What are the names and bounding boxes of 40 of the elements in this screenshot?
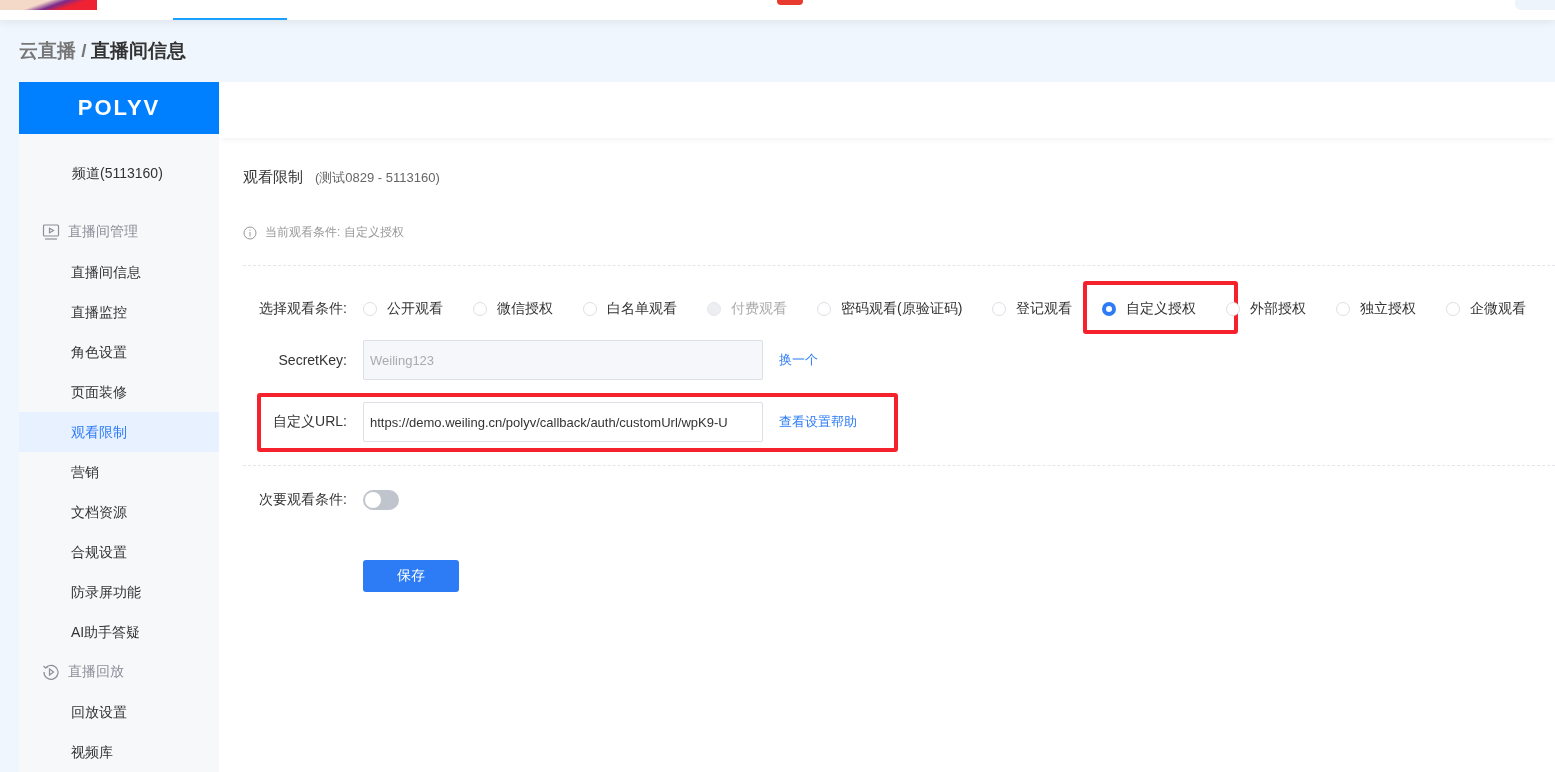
breadcrumb-current: 直播间信息 xyxy=(90,39,186,63)
radio-option[interactable]: 企微观看 xyxy=(1446,300,1527,318)
sidebar-item[interactable]: 视频库 xyxy=(19,732,219,772)
sidebar-item[interactable]: AI助手答疑 xyxy=(19,612,219,652)
channel-label: 频道(5113160) xyxy=(71,164,164,183)
video-screen-icon xyxy=(42,223,60,241)
info-icon xyxy=(243,225,257,240)
sidebar-item[interactable]: 观看限制 xyxy=(19,412,219,452)
radio-option[interactable]: 密码观看(原验证码) xyxy=(817,300,963,318)
radio-circle[interactable] xyxy=(1102,302,1117,316)
sidebar-item[interactable]: 角色设置 xyxy=(19,332,219,372)
sidebar-item[interactable]: 直播监控 xyxy=(19,292,219,332)
radio-option[interactable]: 登记观看 xyxy=(992,300,1073,318)
form-label: SecretKey: xyxy=(277,352,348,368)
radio-option[interactable]: 白名单观看 xyxy=(583,300,677,318)
text-field[interactable]: https://demo.weiling.cn/polyv/callback/auth/customUrl/wpK9-U xyxy=(363,402,763,442)
radio-option[interactable]: 自定义授权 xyxy=(1083,281,1239,334)
channel-subtitle: (测试0829 - 5113160) xyxy=(315,169,440,187)
form-label: 选择观看条件: xyxy=(258,300,348,318)
sidebar-item[interactable]: 合规设置 xyxy=(19,532,219,572)
notice-text: 当前观看条件: 自定义授权 xyxy=(265,224,404,241)
save-button[interactable]: 保存 xyxy=(363,560,459,592)
sidebar-item[interactable]: 文档资源 xyxy=(19,492,219,532)
form-label: 自定义URL: xyxy=(272,413,348,431)
sidebar-item[interactable]: 营销 xyxy=(19,452,219,492)
radio-option[interactable]: 微信授权 xyxy=(473,300,553,318)
badge-icon xyxy=(777,0,803,5)
toggle-switch[interactable] xyxy=(363,490,399,510)
breadcrumb-link[interactable]: 云直播 / xyxy=(19,38,87,64)
sidebar-item[interactable]: 回放设置 xyxy=(19,692,219,732)
sidebar-item[interactable]: 直播间信息 xyxy=(19,252,219,292)
replay-icon xyxy=(42,663,60,681)
section-title: 观看限制 xyxy=(243,168,303,187)
logo-text: POLYV xyxy=(77,95,161,121)
form-label: 次要观看条件: xyxy=(258,491,348,509)
sidebar-item[interactable]: 页面装修 xyxy=(19,372,219,412)
link[interactable]: 查看设置帮助 xyxy=(779,413,857,431)
radio-option[interactable]: 独立授权 xyxy=(1336,300,1417,318)
radio-option[interactable]: 公开观看 xyxy=(363,300,443,318)
sidebar-item[interactable]: 防录屏功能 xyxy=(19,572,219,612)
